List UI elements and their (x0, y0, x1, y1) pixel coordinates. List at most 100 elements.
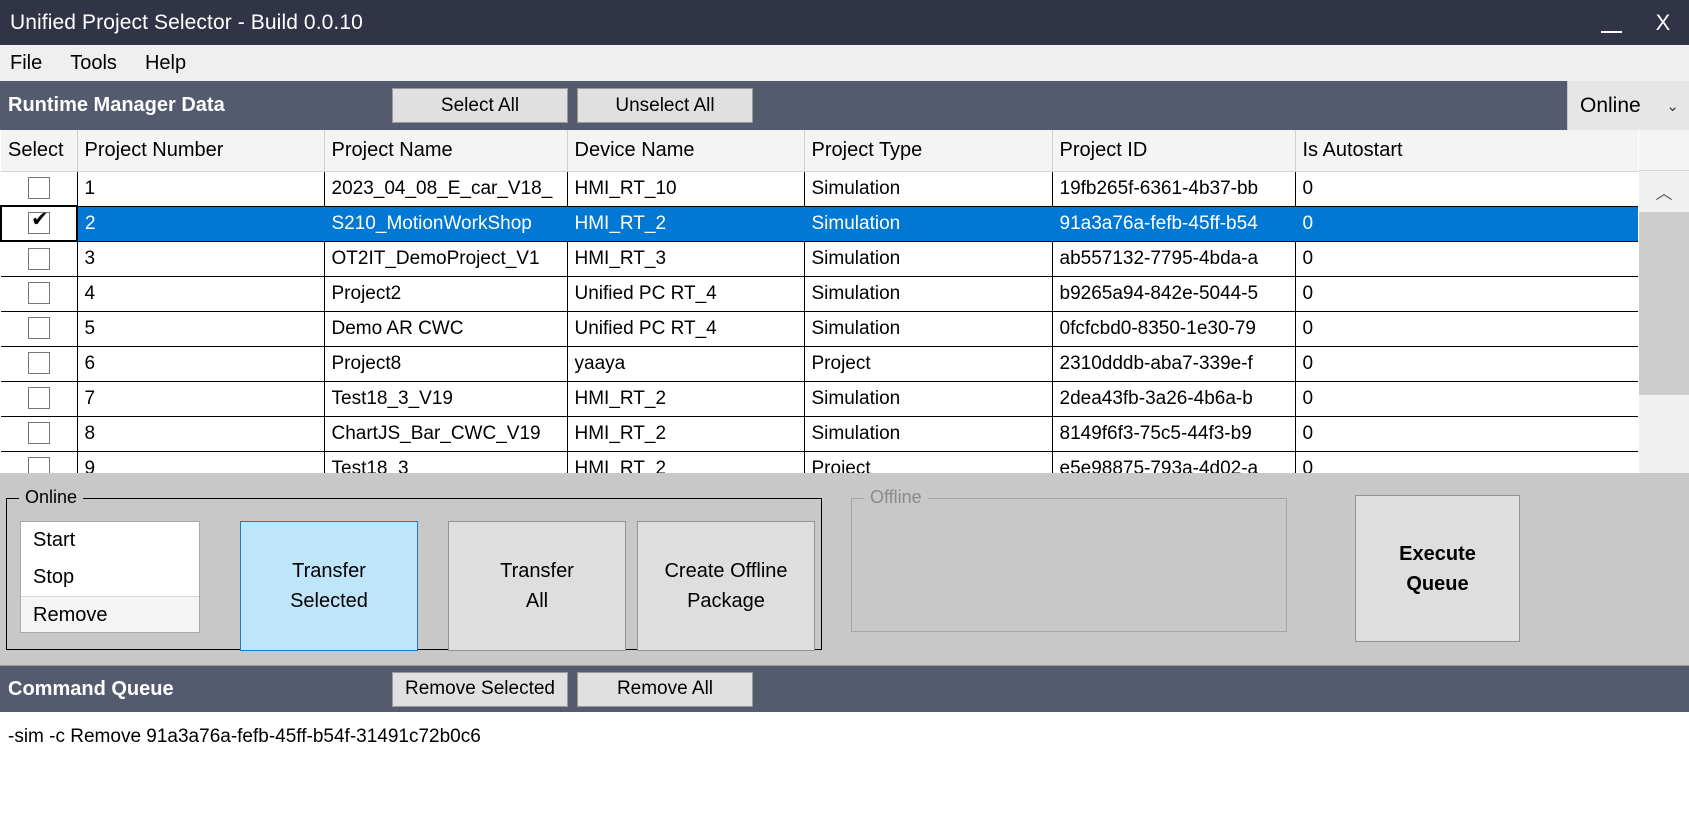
row-select-cell[interactable] (1, 276, 78, 312)
checkbox-icon[interactable] (27, 317, 50, 340)
unselect-all-button[interactable]: Unselect All (577, 88, 753, 123)
checkbox-checked-icon[interactable] (28, 208, 50, 235)
scrollbar-track[interactable] (1639, 212, 1689, 473)
cell-device-name: HMI_RT_2 (567, 381, 805, 417)
execute-queue-line1: Execute (1399, 542, 1476, 565)
cell-project-id: 91a3a76a-fefb-45ff-b54 (1052, 206, 1296, 242)
checkbox-icon[interactable] (27, 247, 50, 270)
command-queue-entry[interactable]: -sim -c Remove 91a3a76a-fefb-45ff-b54f-3… (8, 726, 1689, 748)
column-header-device-name[interactable]: Device Name (567, 130, 805, 172)
cell-project-type: Project (804, 346, 1053, 382)
projects-table-viewport: Select Project Number Project Name Devic… (0, 130, 1638, 473)
action-item-start[interactable]: Start (21, 522, 199, 559)
cell-project-number: 4 (77, 276, 325, 312)
row-select-cell[interactable] (0, 205, 78, 242)
create-offline-package-button[interactable]: Create Offline Package (637, 521, 815, 651)
online-action-listbox[interactable]: Start Stop Remove (20, 521, 200, 633)
command-queue-list[interactable]: -sim -c Remove 91a3a76a-fefb-45ff-b54f-3… (0, 712, 1689, 827)
transfer-selected-button[interactable]: Transfer Selected (240, 521, 418, 651)
table-row[interactable]: 2S210_MotionWorkShopHMI_RT_2Simulation91… (0, 205, 1638, 242)
connection-mode-dropdown[interactable]: Online ⌄ (1567, 81, 1689, 130)
transfer-all-button[interactable]: Transfer All (448, 521, 626, 651)
cell-project-number: 1 (77, 171, 325, 207)
select-all-button[interactable]: Select All (392, 88, 568, 123)
checkbox-icon[interactable] (27, 282, 50, 305)
row-select-cell[interactable] (1, 451, 78, 473)
cell-project-type: Simulation (804, 416, 1053, 452)
transfer-selected-line1: Transfer (292, 560, 366, 582)
table-row[interactable]: 8 ChartJS_Bar_CWC_V19 HMI_RT_2 Simulation 81… (1, 416, 1638, 452)
window-title: Unified Project Selector - Build 0.0.10 (10, 10, 363, 34)
cell-project-name: OT2IT_DemoProject_V1 (324, 241, 568, 277)
cell-project-id: 8149f6f3-75c5-44f3-b9 (1052, 416, 1296, 452)
menu-item-tools[interactable]: Tools (56, 45, 131, 81)
checkbox-icon[interactable] (27, 352, 50, 375)
row-select-cell[interactable] (1, 241, 78, 277)
action-item-remove[interactable]: Remove (21, 596, 199, 632)
runtime-manager-toolbar: Runtime Manager Data Select All Unselect… (0, 81, 1689, 130)
cell-device-name: HMI_RT_2 (567, 416, 805, 452)
column-header-project-type[interactable]: Project Type (804, 130, 1053, 172)
cell-project-name: 2023_04_08_E_car_V18_ (324, 171, 568, 207)
scrollbar-thumb[interactable] (1639, 212, 1689, 395)
transfer-all-line2: All (525, 590, 549, 612)
column-header-project-id[interactable]: Project ID (1052, 130, 1296, 172)
action-panel: Online Start Stop Remove Transfer Select… (0, 473, 1689, 666)
execute-queue-button[interactable]: Execute Queue (1355, 495, 1520, 642)
column-header-project-number[interactable]: Project Number (77, 130, 325, 172)
table-row[interactable]: 4 Project2 Unified PC RT_4 Simulation b9265a… (1, 276, 1638, 312)
connection-mode-value: Online (1580, 93, 1641, 117)
cell-is-autostart: 0 (1295, 381, 1638, 417)
checkbox-icon[interactable] (27, 387, 50, 410)
row-select-cell[interactable] (1, 311, 78, 347)
cell-is-autostart: 0 (1295, 311, 1638, 347)
projects-table: Select Project Number Project Name Devic… (0, 130, 1638, 473)
checkbox-icon[interactable] (27, 457, 50, 473)
projects-table-container: Select Project Number Project Name Devic… (0, 130, 1689, 473)
table-row[interactable]: 6 Project8 yaaya Project 2310dddb-aba7-339e-… (1, 346, 1638, 382)
column-header-project-name[interactable]: Project Name (324, 130, 568, 172)
cell-is-autostart: 0 (1295, 206, 1638, 242)
cell-device-name: HMI_RT_2 (567, 206, 805, 242)
column-header-select[interactable]: Select (1, 130, 78, 172)
row-select-cell[interactable] (1, 381, 78, 417)
table-row[interactable]: 1 2023_04_08_E_car_V18_ HMI_RT_10 Simulatio… (1, 171, 1638, 207)
cell-device-name: Unified PC RT_4 (567, 276, 805, 312)
cell-is-autostart: 0 (1295, 276, 1638, 312)
scroll-up-button[interactable]: ︿ (1639, 171, 1689, 212)
cell-project-name: ChartJS_Bar_CWC_V19 (324, 416, 568, 452)
cell-project-number: 8 (77, 416, 325, 452)
table-row[interactable]: 5 Demo AR CWC Unified PC RT_4 Simulation 0fc… (1, 311, 1638, 347)
remove-selected-button[interactable]: Remove Selected (392, 671, 568, 707)
close-button[interactable]: X (1637, 0, 1689, 45)
table-row[interactable]: 3 OT2IT_DemoProject_V1 HMI_RT_3 Simulation a… (1, 241, 1638, 277)
action-item-stop[interactable]: Stop (21, 559, 199, 596)
menu-item-file[interactable]: File (0, 45, 56, 81)
remove-all-button[interactable]: Remove All (577, 671, 753, 707)
cell-project-type: Simulation (804, 206, 1053, 242)
table-row[interactable]: 9 Test18_3 HMI_RT_2 Project e5e98875-793a-4d… (1, 451, 1638, 473)
checkbox-icon[interactable] (27, 422, 50, 445)
transfer-all-line1: Transfer (500, 560, 574, 582)
table-header-row: Select Project Number Project Name Devic… (1, 130, 1638, 172)
cell-device-name: HMI_RT_10 (567, 171, 805, 207)
application-window: Unified Project Selector - Build 0.0.10 … (0, 0, 1689, 827)
row-select-cell[interactable] (1, 346, 78, 382)
cell-project-id: 0fcfcbd0-8350-1e30-79 (1052, 311, 1296, 347)
table-vertical-scrollbar[interactable]: ︿ (1638, 130, 1689, 473)
online-group-legend: Online (19, 487, 84, 508)
menu-item-help[interactable]: Help (131, 45, 200, 81)
table-row[interactable]: 7 Test18_3_V19 HMI_RT_2 Simulation 2dea43fb-… (1, 381, 1638, 417)
cell-is-autostart: 0 (1295, 416, 1638, 452)
checkbox-icon[interactable] (27, 177, 50, 200)
minimize-icon (1600, 31, 1622, 33)
cell-project-name: Project2 (324, 276, 568, 312)
row-select-cell[interactable] (1, 171, 78, 207)
column-header-is-autostart[interactable]: Is Autostart (1295, 130, 1638, 172)
cell-device-name: yaaya (567, 346, 805, 382)
cell-project-type: Simulation (804, 276, 1053, 312)
minimize-button[interactable] (1585, 0, 1637, 45)
runtime-manager-title: Runtime Manager Data (8, 94, 225, 116)
row-select-cell[interactable] (1, 416, 78, 452)
offline-group: Offline Add to queue (Full download) Del… (851, 487, 1287, 632)
